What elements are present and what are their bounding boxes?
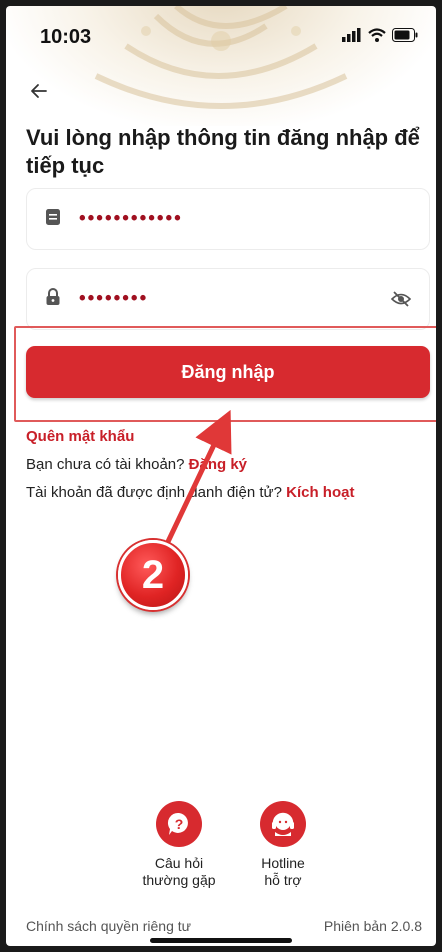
page-title: Vui lòng nhập thông tin đăng nhập để tiế…	[26, 125, 420, 178]
faq-label-line2: thường gặp	[142, 872, 216, 888]
hotline-label-line1: Hotline	[261, 855, 305, 871]
id-card-icon	[45, 208, 61, 231]
register-link[interactable]: Đăng ký	[189, 456, 247, 473]
headset-icon	[260, 801, 306, 847]
step-number-badge: 2	[118, 540, 188, 610]
status-bar: 10:03	[6, 6, 436, 62]
signal-icon	[342, 28, 362, 47]
faq-button[interactable]: ? Câu hỏi thường gặp	[124, 801, 234, 889]
password-value: ••••••••	[79, 288, 149, 309]
svg-text:?: ?	[175, 816, 184, 832]
arrow-left-icon	[28, 84, 50, 106]
register-prefix: Bạn chưa có tài khoản?	[26, 456, 185, 473]
forgot-password-link[interactable]: Quên mật khẩu	[26, 428, 134, 445]
faq-label-line1: Câu hỏi	[154, 855, 204, 871]
activate-prefix: Tài khoản đã được định danh điện tử?	[26, 484, 282, 501]
battery-icon	[392, 28, 418, 47]
activate-line: Tài khoản đã được định danh điện tử? Kíc…	[26, 484, 354, 501]
status-time: 10:03	[40, 26, 92, 48]
username-value: ••••••••••••	[79, 208, 183, 229]
phone-screen: 10:03 Vui lòng nhập thông tin đăng nhập …	[6, 6, 436, 946]
login-button[interactable]: Đăng nhập	[26, 346, 430, 398]
username-field[interactable]: ••••••••••••	[26, 188, 430, 250]
hotline-label-line2: hỗ trợ	[264, 872, 302, 888]
home-indicator	[150, 938, 292, 943]
back-button[interactable]	[28, 80, 54, 106]
faq-icon: ?	[156, 801, 202, 847]
app-version: Phiên bản 2.0.8	[323, 918, 422, 934]
activate-link[interactable]: Kích hoạt	[286, 484, 354, 501]
eye-slash-icon[interactable]	[390, 290, 412, 313]
wifi-icon	[368, 28, 386, 47]
privacy-policy-link[interactable]: Chính sách quyền riêng tư	[26, 918, 191, 934]
hotline-button[interactable]: Hotline hỗ trợ	[228, 801, 338, 889]
password-field[interactable]: ••••••••	[26, 268, 430, 330]
lock-icon	[45, 287, 61, 311]
register-line: Bạn chưa có tài khoản? Đăng ký	[26, 456, 247, 473]
